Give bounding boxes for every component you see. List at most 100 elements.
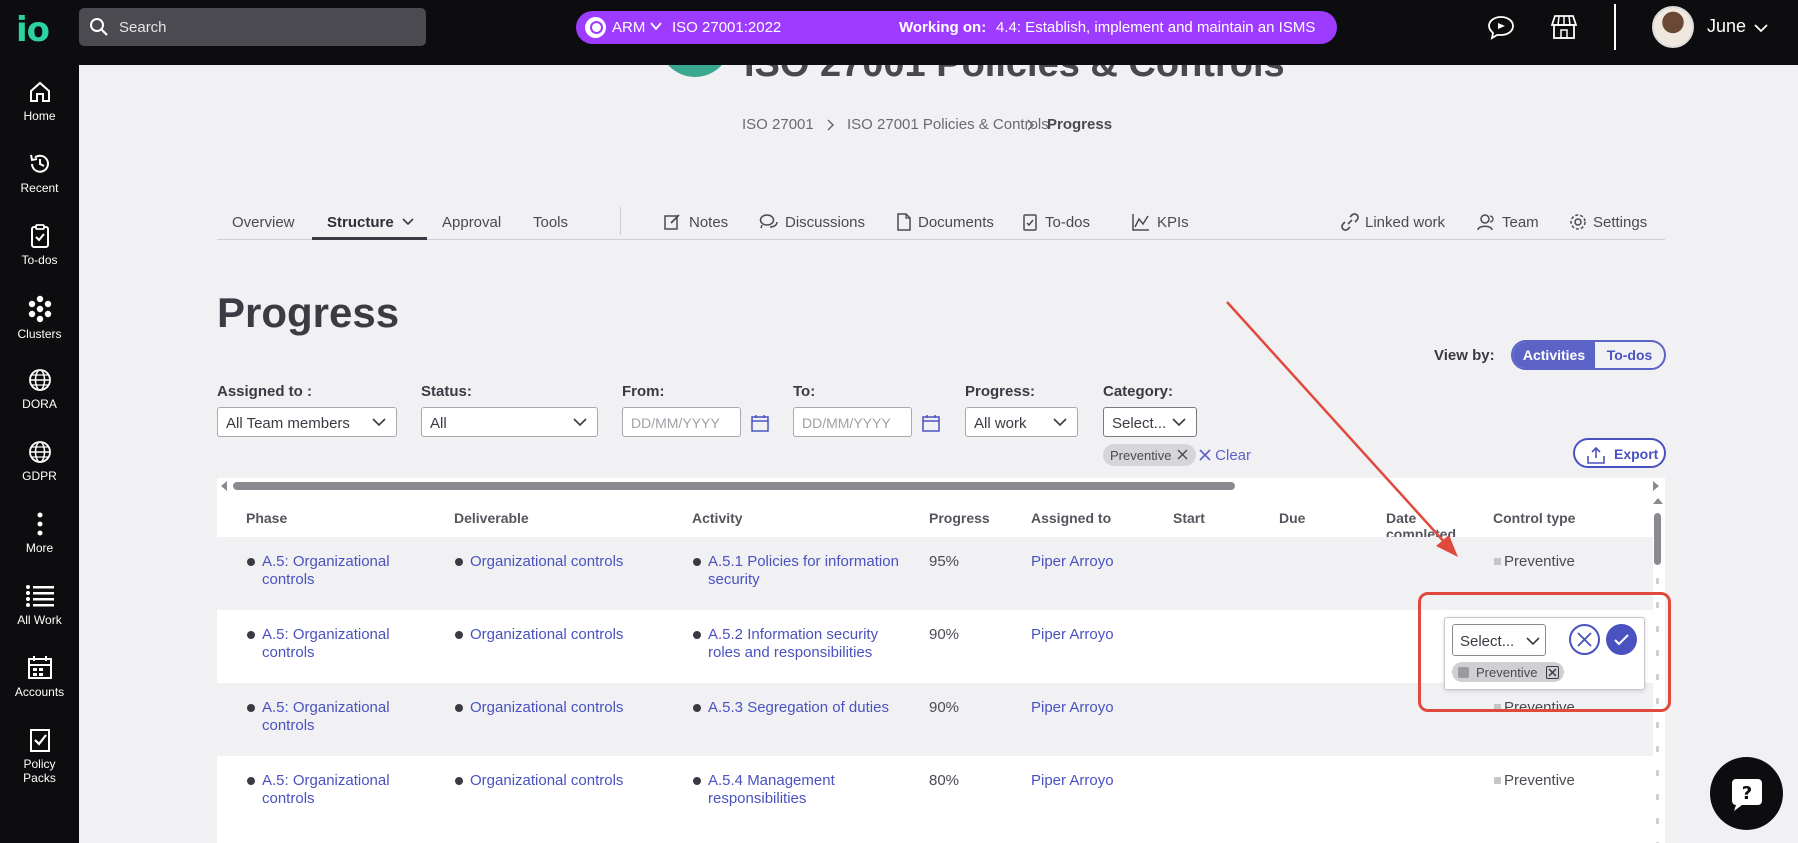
- status-dot: [247, 704, 255, 712]
- scroll-left-arrow[interactable]: [221, 481, 227, 491]
- category-select[interactable]: Select...: [1103, 407, 1197, 437]
- column-header-control-type[interactable]: Control type: [1493, 510, 1575, 526]
- status-dot: [693, 631, 701, 639]
- help-chat-button[interactable]: ?: [1710, 757, 1783, 830]
- date-placeholder: DD/MM/YYYY: [802, 415, 891, 431]
- breadcrumb-item[interactable]: ISO 27001 Policies & Controls: [847, 116, 1049, 133]
- close-icon[interactable]: [1177, 449, 1188, 460]
- globe-icon: [28, 369, 51, 391]
- chevron-down-icon[interactable]: [1752, 20, 1770, 36]
- search-input[interactable]: Search: [79, 8, 426, 46]
- tab-structure[interactable]: Structure: [327, 214, 394, 231]
- assignee-link[interactable]: Piper Arroyo: [1031, 772, 1114, 790]
- from-date-input[interactable]: DD/MM/YYYY: [622, 407, 741, 437]
- breadcrumb-item[interactable]: ISO 27001: [742, 116, 814, 133]
- column-header-progress[interactable]: Progress: [929, 510, 990, 526]
- sidebar-item-label: More: [25, 541, 54, 555]
- discussions-icon: [759, 214, 778, 229]
- sidebar-item-home[interactable]: Home: [0, 79, 79, 123]
- sidebar-item-label: Policy: [23, 757, 56, 771]
- list-icon: [25, 585, 54, 607]
- sidebar-item-todos[interactable]: To-dos: [0, 223, 79, 267]
- calendar-icon[interactable]: [922, 414, 940, 432]
- progress-select[interactable]: All work: [965, 407, 1078, 437]
- activity-link[interactable]: A.5.4 Management responsibilities: [708, 772, 835, 808]
- assignee-link[interactable]: Piper Arroyo: [1031, 553, 1114, 571]
- vertical-scroll-thumb[interactable]: [1654, 513, 1661, 565]
- column-header-start[interactable]: Start: [1173, 510, 1205, 526]
- status-select[interactable]: All: [421, 407, 598, 437]
- deliverable-link[interactable]: Organizational controls: [470, 553, 623, 571]
- column-header-due[interactable]: Due: [1279, 510, 1305, 526]
- globe-icon: [28, 441, 51, 463]
- top-bar: io Search ARM ISO 27001:2022 Working on:…: [0, 0, 1798, 65]
- chat-icon[interactable]: [1487, 14, 1515, 40]
- app-logo[interactable]: io: [16, 10, 50, 50]
- control-type-value[interactable]: Preventive: [1504, 553, 1575, 571]
- tab-team[interactable]: Team: [1502, 214, 1539, 231]
- sidebar-item-policy-packs[interactable]: Policy Packs: [0, 727, 79, 785]
- horizontal-scroll-thumb[interactable]: [233, 482, 1235, 490]
- avatar[interactable]: [1652, 6, 1694, 48]
- view-todos-button[interactable]: To-dos: [1595, 342, 1664, 368]
- deliverable-link[interactable]: Organizational controls: [470, 699, 623, 717]
- sidebar-item-accounts[interactable]: Accounts: [0, 655, 79, 699]
- tab-approval[interactable]: Approval: [442, 214, 501, 231]
- sidebar-item-recent[interactable]: Recent: [0, 151, 79, 195]
- assigned-to-select[interactable]: All Team members: [217, 407, 397, 437]
- clusters-icon: [28, 295, 51, 323]
- sidebar-item-all-work[interactable]: All Work: [0, 583, 79, 627]
- status-dot: [693, 704, 701, 712]
- phase-link[interactable]: A.5: Organizational controls: [262, 553, 390, 589]
- to-date-input[interactable]: DD/MM/YYYY: [793, 407, 912, 437]
- chevron-down-icon[interactable]: [401, 216, 415, 228]
- tab-tools[interactable]: Tools: [533, 214, 568, 231]
- column-header-deliverable[interactable]: Deliverable: [454, 510, 529, 526]
- team-icon: [1477, 214, 1494, 231]
- chevron-down-icon[interactable]: [648, 18, 664, 34]
- tab-overview[interactable]: Overview: [232, 214, 295, 231]
- column-header-assigned-to[interactable]: Assigned to: [1031, 510, 1111, 526]
- phase-link[interactable]: A.5: Organizational controls: [262, 626, 390, 662]
- deliverable-link[interactable]: Organizational controls: [470, 772, 623, 790]
- tab-settings[interactable]: Settings: [1593, 214, 1647, 231]
- tab-linked-work[interactable]: Linked work: [1365, 214, 1445, 231]
- phase-link[interactable]: A.5: Organizational controls: [262, 772, 390, 808]
- page-title: Progress: [217, 289, 400, 336]
- sidebar-item-gdpr[interactable]: GDPR: [0, 439, 79, 483]
- horizontal-scrollbar[interactable]: [217, 478, 1665, 494]
- activity-link[interactable]: A.5.3 Segregation of duties: [708, 699, 889, 717]
- filter-label: Progress:: [965, 383, 1036, 400]
- tab-notes[interactable]: Notes: [689, 214, 728, 231]
- view-by-label: View by:: [1434, 347, 1495, 364]
- assignee-link[interactable]: Piper Arroyo: [1031, 626, 1114, 644]
- column-header-activity[interactable]: Activity: [692, 510, 743, 526]
- tab-documents[interactable]: Documents: [918, 214, 994, 231]
- standard-label: ISO 27001:2022: [672, 19, 782, 36]
- export-button[interactable]: Export: [1573, 438, 1666, 468]
- scroll-right-arrow[interactable]: [1653, 481, 1659, 491]
- filter-label: From:: [622, 383, 665, 400]
- scroll-up-arrow[interactable]: [1653, 498, 1663, 504]
- tab-kpis[interactable]: KPIs: [1157, 214, 1189, 231]
- calendar-icon[interactable]: [751, 414, 769, 432]
- store-icon[interactable]: [1550, 14, 1578, 40]
- sidebar-item-clusters[interactable]: Clusters: [0, 295, 79, 341]
- view-activities-button[interactable]: Activities: [1513, 342, 1595, 368]
- tab-discussions[interactable]: Discussions: [785, 214, 865, 231]
- status-dot: [455, 704, 463, 712]
- control-type-value[interactable]: Preventive: [1504, 772, 1575, 790]
- assignee-link[interactable]: Piper Arroyo: [1031, 699, 1114, 717]
- phase-link[interactable]: A.5: Organizational controls: [262, 699, 390, 735]
- sidebar-item-more[interactable]: More: [0, 511, 79, 555]
- working-on-pill[interactable]: ARM ISO 27001:2022 Working on: 4.4: Esta…: [576, 11, 1337, 44]
- column-header-phase[interactable]: Phase: [246, 510, 287, 526]
- activity-link[interactable]: A.5.1 Policies for information security: [708, 553, 899, 589]
- sidebar-item-dora[interactable]: DORA: [0, 367, 79, 411]
- clear-filters-button[interactable]: Clear: [1199, 447, 1251, 464]
- tab-todos[interactable]: To-dos: [1045, 214, 1090, 231]
- activity-link[interactable]: A.5.2 Information security roles and resp…: [708, 626, 878, 662]
- deliverable-link[interactable]: Organizational controls: [470, 626, 623, 644]
- user-name[interactable]: June: [1707, 16, 1746, 37]
- status-dot: [247, 631, 255, 639]
